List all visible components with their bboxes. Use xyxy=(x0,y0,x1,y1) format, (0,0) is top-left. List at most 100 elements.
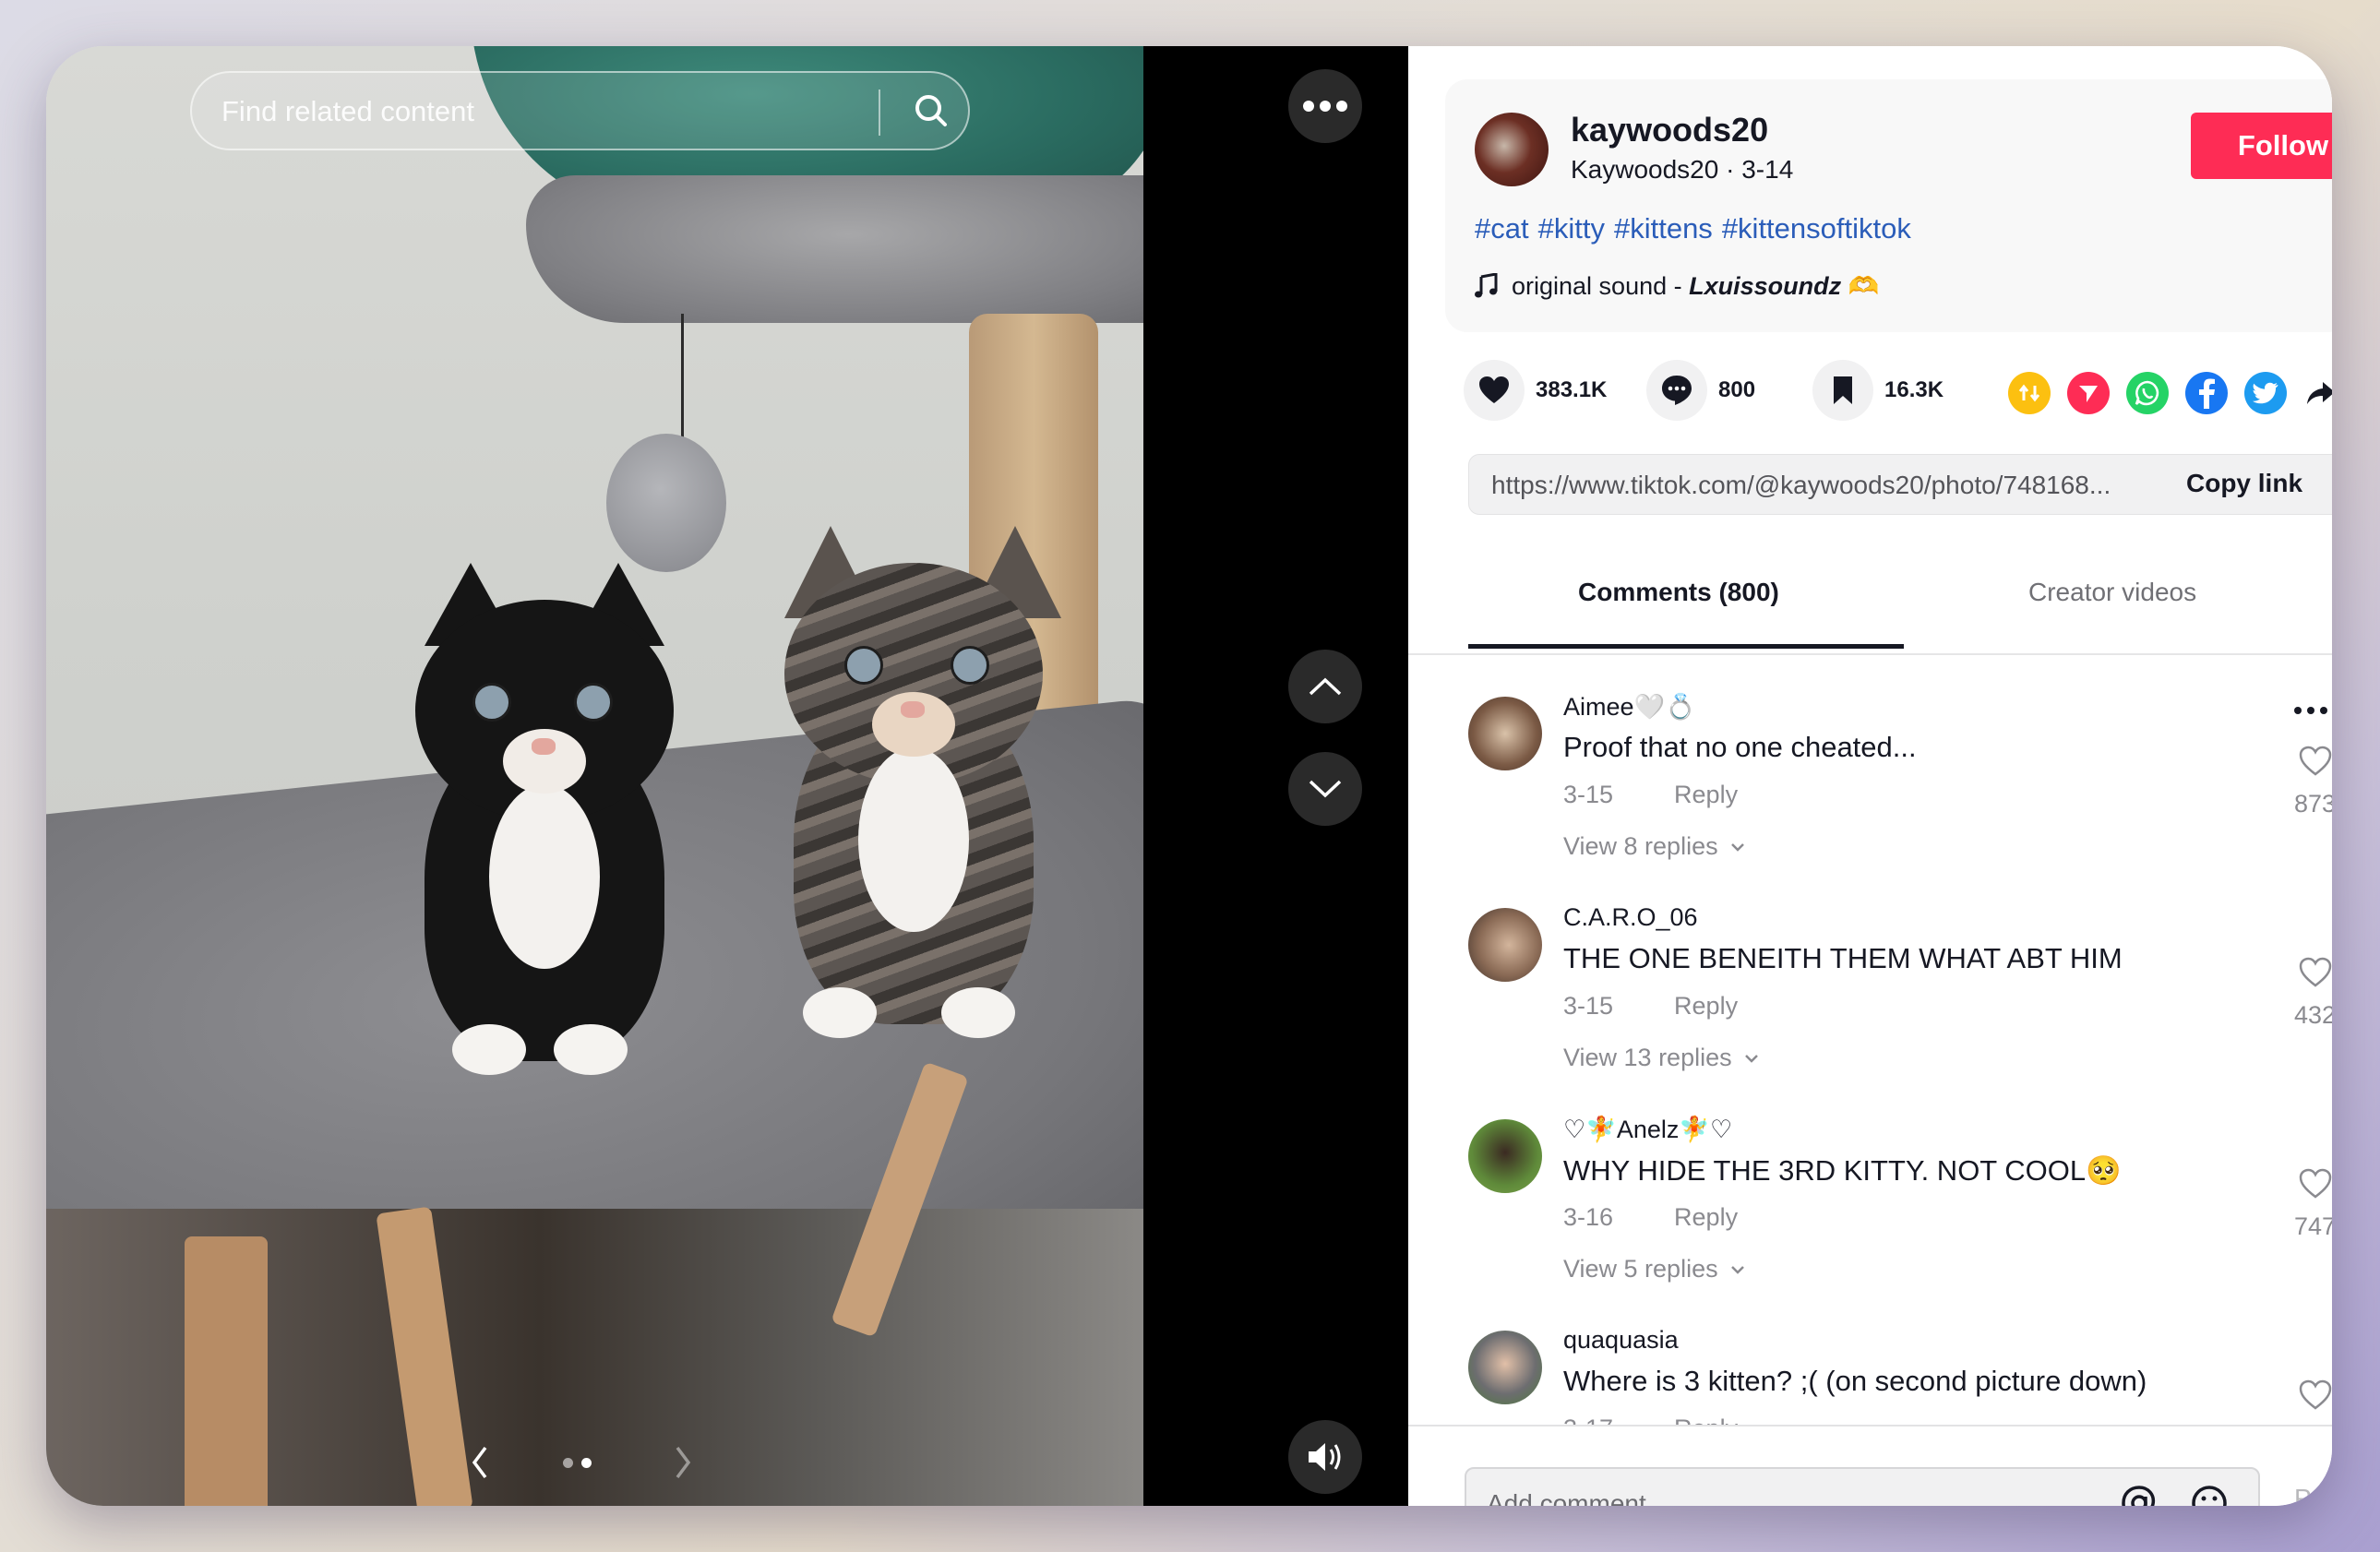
comment-date: 3-17 xyxy=(1563,1415,1613,1425)
comment-input-box[interactable] xyxy=(1465,1467,2260,1506)
comment-like-button[interactable]: 277 xyxy=(2294,1379,2332,1425)
kitten-bib xyxy=(489,784,600,969)
commenter-name[interactable]: quaquasia xyxy=(1563,1326,1679,1355)
comment-meta: 3-15 Reply xyxy=(1563,781,1738,809)
search-bar[interactable] xyxy=(190,71,970,150)
share-whatsapp-button[interactable] xyxy=(2126,372,2169,414)
commenter-name[interactable]: Aimee🤍💍 xyxy=(1563,692,1696,722)
twitter-icon xyxy=(2253,382,2278,404)
next-post-button[interactable] xyxy=(1288,752,1362,826)
share-url[interactable]: https://www.tiktok.com/@kaywoods20/photo… xyxy=(1491,471,2111,500)
view-replies-button[interactable]: View 13 replies xyxy=(1563,1044,1760,1072)
panel-tabs: Comments (800) Creator videos xyxy=(1408,565,2332,655)
speaker-icon xyxy=(1309,1443,1341,1471)
hashtag-link[interactable]: #kitty xyxy=(1538,212,1605,245)
hashtag-link[interactable]: #cat xyxy=(1475,212,1529,245)
emoji-icon[interactable] xyxy=(2190,1484,2229,1506)
tab-comments[interactable]: Comments (800) xyxy=(1578,578,1779,607)
mention-icon[interactable] xyxy=(2120,1484,2159,1506)
comment-meta: 3-16 Reply xyxy=(1563,1203,1738,1232)
comment-more-button[interactable] xyxy=(2294,707,2327,714)
commenter-avatar[interactable] xyxy=(1468,1331,1542,1404)
app-window: kaywoods20 Kaywoods20 · 3-14 Follow #cat… xyxy=(46,46,2332,1506)
search-input[interactable] xyxy=(220,73,851,150)
comment-text: THE ONE BENEITH THEM WHAT ABT HIM xyxy=(1563,942,2123,974)
comment-like-button[interactable]: 873 xyxy=(2294,746,2332,818)
facebook-icon xyxy=(2199,378,2215,409)
active-tab-indicator xyxy=(1468,644,1904,649)
reply-button[interactable]: Reply xyxy=(1674,781,1738,809)
post-comment-button[interactable]: Post xyxy=(2294,1484,2332,1506)
commenter-avatar[interactable] xyxy=(1468,908,1542,982)
chevron-down-icon xyxy=(1309,780,1342,798)
save-count: 16.3K xyxy=(1884,377,1944,402)
kitten-nose xyxy=(532,738,556,755)
save-button[interactable]: 16.3K xyxy=(1812,360,1943,421)
share-repost-button[interactable] xyxy=(2008,372,2051,414)
action-bar: 383.1K 800 16.3K xyxy=(1464,360,2332,424)
search-icon xyxy=(915,95,947,126)
kitten-eye xyxy=(574,683,613,722)
follow-button[interactable]: Follow xyxy=(2191,113,2332,179)
commenter-name[interactable]: ♡🧚Anelz🧚♡ xyxy=(1563,1115,1732,1144)
view-replies-button[interactable]: View 5 replies xyxy=(1563,1255,1746,1283)
kitten-nose xyxy=(901,701,925,718)
comment-count: 800 xyxy=(1718,377,1756,402)
carousel-dot[interactable] xyxy=(581,1458,592,1468)
share-send-button[interactable] xyxy=(2067,372,2110,414)
kitten-paw xyxy=(803,987,877,1038)
heart-outline-icon xyxy=(2299,957,2331,987)
photo-carousel xyxy=(46,1430,1143,1495)
comment-button[interactable]: 800 xyxy=(1646,360,1755,421)
creator-avatar[interactable] xyxy=(1475,113,1549,186)
commenter-avatar[interactable] xyxy=(1468,1119,1542,1193)
carousel-prev-button[interactable] xyxy=(461,1439,498,1486)
search-divider xyxy=(879,90,880,136)
bookmark-icon xyxy=(1834,376,1852,404)
commenter-avatar[interactable] xyxy=(1468,697,1542,770)
reply-button[interactable]: Reply xyxy=(1674,1415,1738,1425)
more-options-button[interactable] xyxy=(1288,69,1362,143)
share-twitter-button[interactable] xyxy=(2244,372,2287,414)
tab-creator-videos[interactable]: Creator videos xyxy=(2028,578,2196,607)
creator-username[interactable]: kaywoods20 xyxy=(1571,111,1768,149)
comment-list[interactable]: Aimee🤍💍 Proof that no one cheated... 3-1… xyxy=(1408,655,2332,1425)
chevron-left-icon xyxy=(472,1446,487,1479)
sound-link[interactable]: original sound - Lxuissoundz 🫶 xyxy=(1475,271,1879,301)
reply-button[interactable]: Reply xyxy=(1674,992,1738,1021)
comment-like-button[interactable]: 747 xyxy=(2294,1168,2332,1241)
comment-like-count: 432 xyxy=(2294,1001,2332,1029)
view-replies-button[interactable]: View 8 replies xyxy=(1563,832,1746,861)
volume-button[interactable] xyxy=(1288,1420,1362,1494)
like-button[interactable]: 383.1K xyxy=(1464,360,1607,421)
comment-text: Proof that no one cheated... xyxy=(1563,731,1917,763)
chevron-up-icon xyxy=(1309,677,1342,696)
ellipsis-icon xyxy=(1303,101,1347,112)
reply-button[interactable]: Reply xyxy=(1674,1203,1738,1232)
view-replies-label: View 5 replies xyxy=(1563,1255,1718,1283)
previous-post-button[interactable] xyxy=(1288,650,1362,723)
photo-pompom-toy xyxy=(606,434,726,572)
comment-like-count: 747 xyxy=(2294,1212,2332,1240)
carousel-dot[interactable] xyxy=(563,1458,573,1468)
share-arrow-icon xyxy=(2307,382,2332,404)
sound-label: original sound - Lxuissoundz 🫶 xyxy=(1512,272,1880,300)
hashtag-link[interactable]: #kittensoftiktok xyxy=(1722,212,1911,245)
hashtag-link[interactable]: #kittens xyxy=(1614,212,1713,245)
repost-icon xyxy=(2018,384,2040,402)
share-facebook-button[interactable] xyxy=(2185,372,2228,414)
copy-link-button[interactable]: Copy link xyxy=(2186,469,2302,498)
comment-input[interactable] xyxy=(1485,1469,2088,1506)
comment-like-button[interactable]: 432 xyxy=(2294,957,2332,1030)
search-button[interactable] xyxy=(893,73,969,149)
comment-composer: Post xyxy=(1408,1425,2332,1506)
chevron-down-icon xyxy=(1730,1265,1744,1274)
commenter-name[interactable]: C.A.R.O_06 xyxy=(1563,903,1698,932)
comment-text: WHY HIDE THE 3RD KITTY. NOT COOL🥺 xyxy=(1563,1154,2122,1187)
share-more-button[interactable] xyxy=(2300,372,2332,414)
comment-item: ♡🧚Anelz🧚♡ WHY HIDE THE 3RD KITTY. NOT CO… xyxy=(1408,1078,2332,1289)
chevron-right-icon xyxy=(676,1446,691,1479)
comment-item: C.A.R.O_06 THE ONE BENEITH THEM WHAT ABT… xyxy=(1408,866,2332,1078)
carousel-next-button[interactable] xyxy=(664,1439,701,1486)
post-photo[interactable] xyxy=(46,46,1143,1506)
